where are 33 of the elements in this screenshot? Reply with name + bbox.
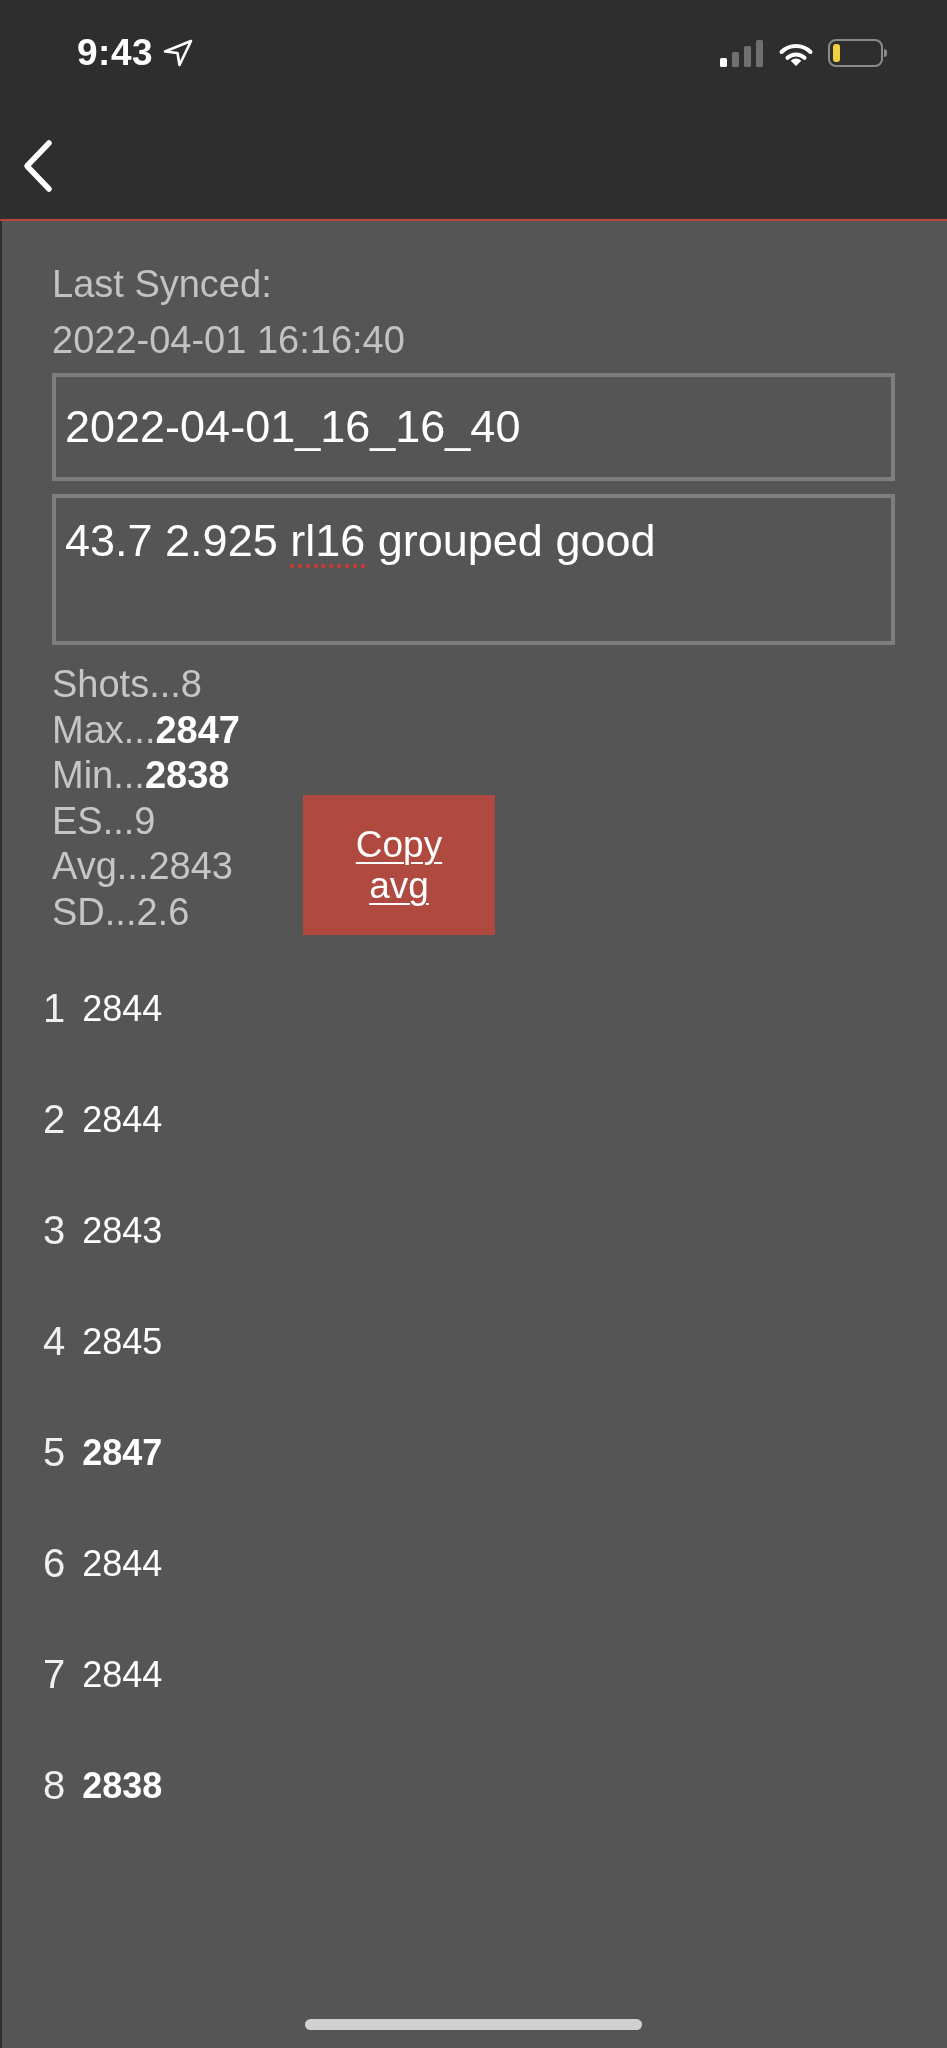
notes-field[interactable]: 43.7 2.925 rl16 grouped good: [52, 494, 895, 645]
copy-button[interactable]: Copy avg: [303, 795, 495, 935]
shot-number: 5: [43, 1430, 66, 1475]
shot-number: 7: [43, 1652, 66, 1697]
signal-icon: [720, 39, 764, 67]
battery-icon: [828, 39, 888, 67]
stat-text: Min...2838: [52, 753, 231, 798]
sync-timestamp: 2022-04-01 16:16:40: [52, 318, 406, 363]
navigation-arrow-icon: [163, 39, 194, 67]
shot-velocity: 2843: [82, 1209, 163, 1252]
chevron-left-icon: [22, 138, 53, 193]
stat-text: SD...2.6: [52, 889, 191, 935]
shot-velocity: 2844: [82, 1098, 163, 1141]
shot-velocity: 2847: [82, 1431, 163, 1474]
shot-number: 3: [43, 1208, 66, 1253]
shot-velocity: 2844: [82, 1542, 163, 1585]
name-field[interactable]: 2022-04-01_16_16_40: [52, 373, 895, 481]
sync-label: Last Synced:: [52, 262, 273, 307]
stat-text: Shots...8: [52, 662, 203, 707]
shot-velocity: 2844: [82, 987, 163, 1030]
shot-number: 1: [43, 986, 66, 1031]
stat-text: ES...9: [52, 798, 157, 844]
shot-number: 6: [43, 1541, 66, 1586]
shot-number: 4: [43, 1319, 66, 1364]
stat-text: Avg...2843: [52, 844, 234, 889]
back-button[interactable]: [22, 138, 53, 193]
shot-number: 8: [43, 1763, 66, 1808]
shot-number: 2: [43, 1097, 66, 1142]
status-time: 9:43: [77, 32, 154, 74]
shot-velocity: 2844: [82, 1653, 163, 1696]
stat-text: Max...2847: [52, 707, 241, 753]
shot-velocity: 2845: [82, 1320, 163, 1363]
shot-velocity: 2838: [82, 1764, 163, 1807]
